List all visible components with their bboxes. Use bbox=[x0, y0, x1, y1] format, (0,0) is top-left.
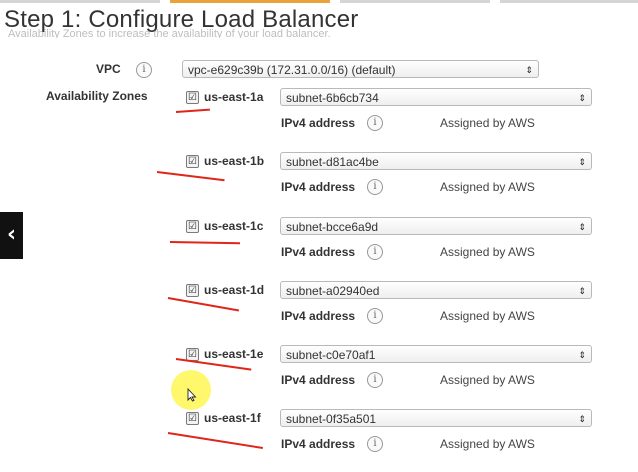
mouse-cursor-icon bbox=[187, 388, 197, 402]
subnet-value: subnet-bcce6a9d bbox=[286, 220, 379, 234]
tab-strip bbox=[0, 0, 638, 4]
ipv4-label: IPv4 address bbox=[281, 309, 356, 323]
zone-label: us-east-1b bbox=[204, 154, 265, 168]
dropdown-icon: ⇕ bbox=[578, 414, 586, 424]
info-icon[interactable]: i bbox=[367, 179, 383, 195]
ipv4-label: IPv4 address bbox=[281, 245, 356, 259]
assigned-text: Assigned by AWS bbox=[440, 373, 535, 387]
zone-row-us-east-1d: ☑ us-east-1d subnet-a02940ed ⇕ IPv4 addr… bbox=[0, 281, 638, 344]
vpc-select-value: vpc-e629c39b (172.31.0.0/16) (default) bbox=[188, 63, 396, 77]
assigned-text: Assigned by AWS bbox=[440, 116, 535, 130]
subnet-value: subnet-c0e70af1 bbox=[286, 348, 376, 362]
assigned-text: Assigned by AWS bbox=[440, 309, 535, 323]
zone-checkbox[interactable]: ☑ bbox=[186, 91, 199, 104]
zone-checkbox[interactable]: ☑ bbox=[186, 220, 199, 233]
zone-label: us-east-1a bbox=[204, 90, 264, 104]
info-icon[interactable]: i bbox=[367, 244, 383, 260]
subnet-value: subnet-a02940ed bbox=[286, 284, 380, 298]
zone-label: us-east-1f bbox=[204, 411, 261, 425]
subnet-select[interactable]: subnet-c0e70af1 ⇕ bbox=[280, 345, 592, 363]
vpc-select[interactable]: vpc-e629c39b (172.31.0.0/16) (default) ⇕ bbox=[182, 60, 539, 78]
dropdown-icon: ⇕ bbox=[578, 157, 586, 167]
tab[interactable] bbox=[340, 0, 490, 3]
zone-row-us-east-1e: ☑ us-east-1e subnet-c0e70af1 ⇕ IPv4 addr… bbox=[0, 345, 638, 408]
tab[interactable] bbox=[0, 0, 160, 3]
subnet-select[interactable]: subnet-bcce6a9d ⇕ bbox=[280, 217, 592, 235]
assigned-text: Assigned by AWS bbox=[440, 180, 535, 194]
ipv4-label: IPv4 address bbox=[281, 437, 356, 451]
dropdown-icon: ⇕ bbox=[578, 286, 586, 296]
zone-row-us-east-1b: ☑ us-east-1b subnet-d81ac4be ⇕ IPv4 addr… bbox=[0, 152, 638, 215]
tab[interactable] bbox=[500, 0, 638, 3]
zone-label: us-east-1e bbox=[204, 347, 264, 361]
dropdown-icon: ⇕ bbox=[578, 93, 586, 103]
zone-label: us-east-1d bbox=[204, 283, 265, 297]
subnet-value: subnet-0f35a501 bbox=[286, 412, 377, 426]
tab-active[interactable] bbox=[170, 0, 330, 3]
info-icon[interactable]: i bbox=[367, 372, 383, 388]
dropdown-icon: ⇕ bbox=[578, 222, 586, 232]
info-icon[interactable]: i bbox=[367, 115, 383, 131]
info-icon[interactable]: i bbox=[367, 436, 383, 452]
zone-label: us-east-1c bbox=[204, 219, 264, 233]
ipv4-label: IPv4 address bbox=[281, 180, 356, 194]
info-icon[interactable]: i bbox=[367, 308, 383, 324]
subnet-select[interactable]: subnet-a02940ed ⇕ bbox=[280, 281, 592, 299]
assigned-text: Assigned by AWS bbox=[440, 245, 535, 259]
zone-checkbox[interactable]: ☑ bbox=[186, 412, 199, 425]
zone-row-us-east-1a: ☑ us-east-1a subnet-6b6cb734 ⇕ IPv4 addr… bbox=[0, 88, 638, 151]
ipv4-label: IPv4 address bbox=[281, 373, 356, 387]
zone-checkbox[interactable]: ☑ bbox=[186, 155, 199, 168]
dropdown-icon: ⇕ bbox=[525, 65, 533, 75]
ipv4-label: IPv4 address bbox=[281, 116, 356, 130]
previous-arrow-icon[interactable]: ‹ bbox=[0, 212, 23, 259]
assigned-text: Assigned by AWS bbox=[440, 437, 535, 451]
info-icon[interactable]: i bbox=[136, 62, 152, 78]
zone-checkbox[interactable]: ☑ bbox=[186, 284, 199, 297]
vpc-label: VPC bbox=[96, 62, 121, 76]
dropdown-icon: ⇕ bbox=[578, 350, 586, 360]
page-subtitle: Availability Zones to increase the avail… bbox=[8, 29, 331, 38]
subnet-value: subnet-d81ac4be bbox=[286, 155, 379, 169]
subnet-select[interactable]: subnet-0f35a501 ⇕ bbox=[280, 409, 592, 427]
zone-row-us-east-1c: ☑ us-east-1c subnet-bcce6a9d ⇕ IPv4 addr… bbox=[0, 217, 638, 280]
subnet-value: subnet-6b6cb734 bbox=[286, 91, 379, 105]
subnet-select[interactable]: subnet-6b6cb734 ⇕ bbox=[280, 88, 592, 106]
subnet-select[interactable]: subnet-d81ac4be ⇕ bbox=[280, 152, 592, 170]
zone-row-us-east-1f: ☑ us-east-1f subnet-0f35a501 ⇕ IPv4 addr… bbox=[0, 409, 638, 472]
